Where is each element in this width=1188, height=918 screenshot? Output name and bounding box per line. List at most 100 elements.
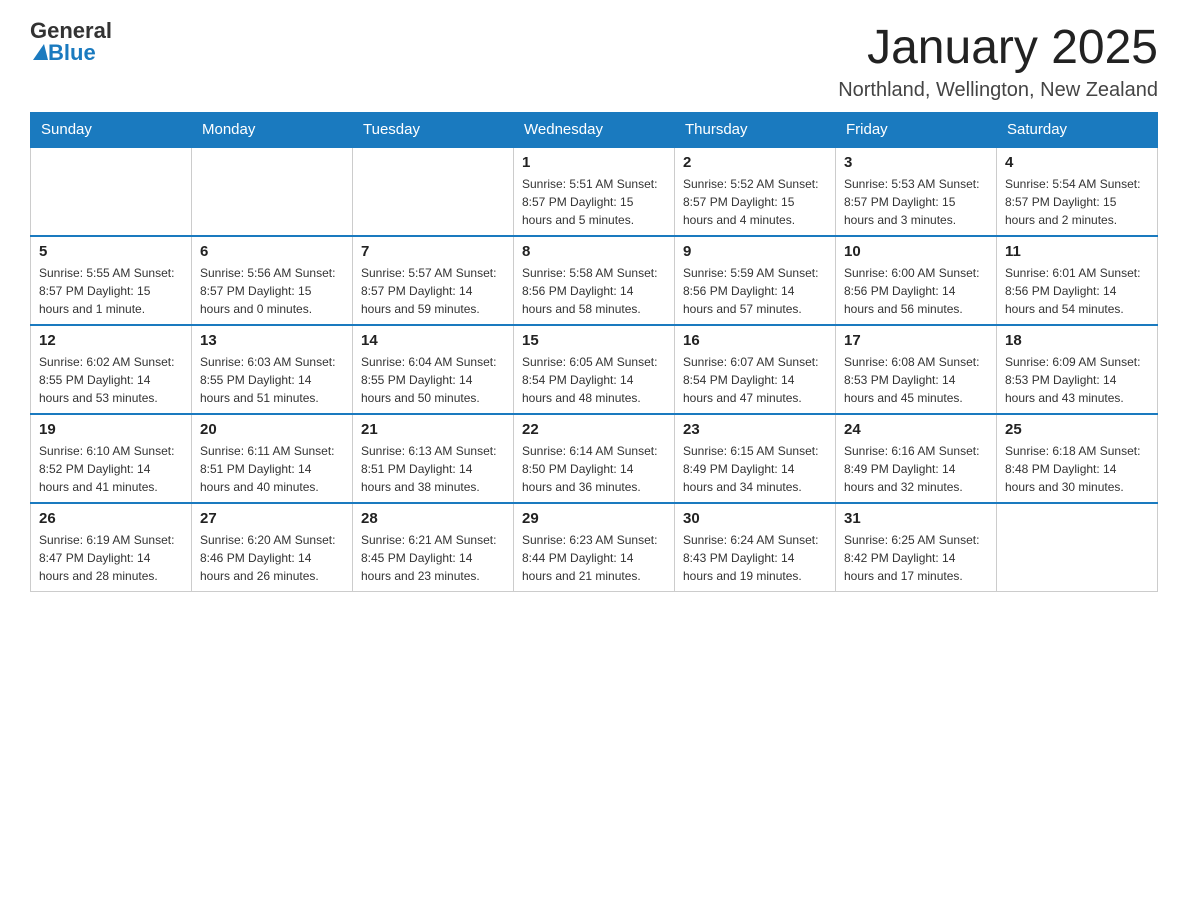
calendar-cell: 26 Sunrise: 6:19 AM Sunset: 8:47 PM Dayli… — [31, 503, 192, 592]
calendar-week-3: 12 Sunrise: 6:02 AM Sunset: 8:55 PM Dayli… — [31, 325, 1158, 414]
col-monday: Monday — [192, 113, 353, 148]
col-wednesday: Wednesday — [514, 113, 675, 148]
day-info: Sunrise: 6:11 AM Sunset: 8:51 PM Dayligh… — [200, 442, 344, 496]
col-sunday: Sunday — [31, 113, 192, 148]
calendar-cell: 1 Sunrise: 5:51 AM Sunset: 8:57 PM Daylig… — [514, 147, 675, 236]
day-number: 10 — [844, 243, 988, 260]
calendar-cell: 8Sunrise: 5:58 AM Sunset: 8:56 PM Daylig… — [514, 236, 675, 325]
day-info: Sunrise: 5:53 AM Sunset: 8:57 PM Dayligh… — [844, 175, 988, 229]
day-number: 27 — [200, 510, 344, 527]
day-number: 30 — [683, 510, 827, 527]
calendar-cell — [31, 147, 192, 236]
day-number: 22 — [522, 421, 666, 438]
calendar-cell — [192, 147, 353, 236]
day-info: Sunrise: 5:59 AM Sunset: 8:56 PM Dayligh… — [683, 264, 827, 318]
day-info: Sunrise: 6:21 AM Sunset: 8:45 PM Dayligh… — [361, 531, 505, 585]
col-saturday: Saturday — [997, 113, 1158, 148]
day-number: 19 — [39, 421, 183, 438]
calendar-cell: 21 Sunrise: 6:13 AM Sunset: 8:51 PM Dayli… — [353, 414, 514, 503]
day-info: Sunrise: 6:13 AM Sunset: 8:51 PM Dayligh… — [361, 442, 505, 496]
col-thursday: Thursday — [675, 113, 836, 148]
day-info: Sunrise: 5:54 AM Sunset: 8:57 PM Dayligh… — [1005, 175, 1149, 229]
calendar-cell: 31Sunrise: 6:25 AM Sunset: 8:42 PM Dayli… — [836, 503, 997, 592]
day-number: 18 — [1005, 332, 1149, 349]
calendar-cell — [353, 147, 514, 236]
day-info: Sunrise: 6:08 AM Sunset: 8:53 PM Dayligh… — [844, 353, 988, 407]
day-number: 28 — [361, 510, 505, 527]
calendar-cell: 29 Sunrise: 6:23 AM Sunset: 8:44 PM Dayli… — [514, 503, 675, 592]
day-info: Sunrise: 6:02 AM Sunset: 8:55 PM Dayligh… — [39, 353, 183, 407]
day-number: 21 — [361, 421, 505, 438]
page-header: General Blue January 2025 Northland, Wel… — [30, 20, 1158, 102]
col-friday: Friday — [836, 113, 997, 148]
calendar-cell: 13 Sunrise: 6:03 AM Sunset: 8:55 PM Dayli… — [192, 325, 353, 414]
day-number: 7 — [361, 243, 505, 260]
calendar-cell: 22 Sunrise: 6:14 AM Sunset: 8:50 PM Dayli… — [514, 414, 675, 503]
day-info: Sunrise: 6:19 AM Sunset: 8:47 PM Dayligh… — [39, 531, 183, 585]
calendar-cell: 24 Sunrise: 6:16 AM Sunset: 8:49 PM Dayli… — [836, 414, 997, 503]
day-info: Sunrise: 6:24 AM Sunset: 8:43 PM Dayligh… — [683, 531, 827, 585]
col-tuesday: Tuesday — [353, 113, 514, 148]
calendar-cell — [997, 503, 1158, 592]
day-info: Sunrise: 6:07 AM Sunset: 8:54 PM Dayligh… — [683, 353, 827, 407]
calendar-table: Sunday Monday Tuesday Wednesday Thursday… — [30, 112, 1158, 592]
day-info: Sunrise: 5:56 AM Sunset: 8:57 PM Dayligh… — [200, 264, 344, 318]
day-info: Sunrise: 6:03 AM Sunset: 8:55 PM Dayligh… — [200, 353, 344, 407]
day-info: Sunrise: 6:18 AM Sunset: 8:48 PM Dayligh… — [1005, 442, 1149, 496]
day-info: Sunrise: 6:04 AM Sunset: 8:55 PM Dayligh… — [361, 353, 505, 407]
calendar-cell: 27Sunrise: 6:20 AM Sunset: 8:46 PM Dayli… — [192, 503, 353, 592]
day-number: 16 — [683, 332, 827, 349]
calendar-week-2: 5 Sunrise: 5:55 AM Sunset: 8:57 PM Daylig… — [31, 236, 1158, 325]
day-number: 3 — [844, 154, 988, 171]
month-title: January 2025 — [838, 20, 1158, 75]
calendar-cell: 9 Sunrise: 5:59 AM Sunset: 8:56 PM Daylig… — [675, 236, 836, 325]
day-number: 13 — [200, 332, 344, 349]
calendar-week-5: 26 Sunrise: 6:19 AM Sunset: 8:47 PM Dayli… — [31, 503, 1158, 592]
calendar-week-4: 19 Sunrise: 6:10 AM Sunset: 8:52 PM Dayli… — [31, 414, 1158, 503]
calendar-cell: 11Sunrise: 6:01 AM Sunset: 8:56 PM Dayli… — [997, 236, 1158, 325]
calendar-cell: 25Sunrise: 6:18 AM Sunset: 8:48 PM Dayli… — [997, 414, 1158, 503]
calendar-header-row: Sunday Monday Tuesday Wednesday Thursday… — [31, 113, 1158, 148]
location-text: Northland, Wellington, New Zealand — [838, 79, 1158, 102]
day-number: 29 — [522, 510, 666, 527]
day-info: Sunrise: 6:10 AM Sunset: 8:52 PM Dayligh… — [39, 442, 183, 496]
calendar-cell: 30 Sunrise: 6:24 AM Sunset: 8:43 PM Dayli… — [675, 503, 836, 592]
logo-icon: General Blue — [30, 20, 112, 64]
day-number: 15 — [522, 332, 666, 349]
day-info: Sunrise: 5:57 AM Sunset: 8:57 PM Dayligh… — [361, 264, 505, 318]
day-number: 1 — [522, 154, 666, 171]
day-number: 26 — [39, 510, 183, 527]
day-info: Sunrise: 5:55 AM Sunset: 8:57 PM Dayligh… — [39, 264, 183, 318]
day-number: 23 — [683, 421, 827, 438]
calendar-cell: 28 Sunrise: 6:21 AM Sunset: 8:45 PM Dayli… — [353, 503, 514, 592]
day-number: 12 — [39, 332, 183, 349]
day-info: Sunrise: 6:25 AM Sunset: 8:42 PM Dayligh… — [844, 531, 988, 585]
day-number: 2 — [683, 154, 827, 171]
day-info: Sunrise: 6:05 AM Sunset: 8:54 PM Dayligh… — [522, 353, 666, 407]
day-info: Sunrise: 5:51 AM Sunset: 8:57 PM Dayligh… — [522, 175, 666, 229]
day-number: 17 — [844, 332, 988, 349]
calendar-cell: 18Sunrise: 6:09 AM Sunset: 8:53 PM Dayli… — [997, 325, 1158, 414]
day-info: Sunrise: 5:52 AM Sunset: 8:57 PM Dayligh… — [683, 175, 827, 229]
calendar-cell: 15 Sunrise: 6:05 AM Sunset: 8:54 PM Dayli… — [514, 325, 675, 414]
calendar-cell: 7 Sunrise: 5:57 AM Sunset: 8:57 PM Daylig… — [353, 236, 514, 325]
day-number: 6 — [200, 243, 344, 260]
logo-blue-text: Blue — [48, 42, 96, 64]
calendar-week-1: 1 Sunrise: 5:51 AM Sunset: 8:57 PM Daylig… — [31, 147, 1158, 236]
calendar-cell: 20Sunrise: 6:11 AM Sunset: 8:51 PM Dayli… — [192, 414, 353, 503]
day-number: 14 — [361, 332, 505, 349]
logo-general-text: General — [30, 20, 112, 42]
day-number: 5 — [39, 243, 183, 260]
logo: General Blue — [30, 20, 112, 64]
calendar-cell: 4 Sunrise: 5:54 AM Sunset: 8:57 PM Daylig… — [997, 147, 1158, 236]
day-number: 4 — [1005, 154, 1149, 171]
day-info: Sunrise: 6:01 AM Sunset: 8:56 PM Dayligh… — [1005, 264, 1149, 318]
title-section: January 2025 Northland, Wellington, New … — [838, 20, 1158, 102]
calendar-cell: 2 Sunrise: 5:52 AM Sunset: 8:57 PM Daylig… — [675, 147, 836, 236]
day-info: Sunrise: 6:16 AM Sunset: 8:49 PM Dayligh… — [844, 442, 988, 496]
day-info: Sunrise: 6:23 AM Sunset: 8:44 PM Dayligh… — [522, 531, 666, 585]
day-number: 9 — [683, 243, 827, 260]
day-number: 24 — [844, 421, 988, 438]
calendar-cell: 10Sunrise: 6:00 AM Sunset: 8:56 PM Dayli… — [836, 236, 997, 325]
day-info: Sunrise: 6:14 AM Sunset: 8:50 PM Dayligh… — [522, 442, 666, 496]
